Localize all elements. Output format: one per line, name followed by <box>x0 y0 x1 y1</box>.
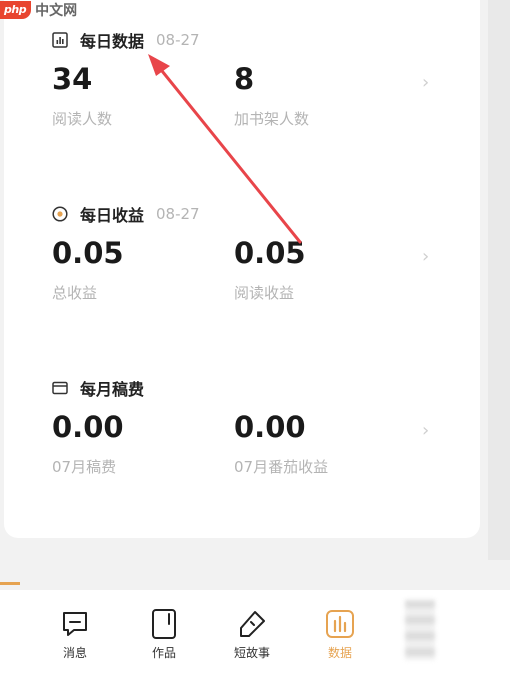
reading-earnings-metric: 0.05 阅读收益 <box>234 236 306 303</box>
monthly-fee-metric: 0.00 07月稿费 <box>52 410 124 477</box>
section-date: 08-27 <box>156 31 200 49</box>
section-title: 每日收益 <box>80 206 145 225</box>
nav-item-works[interactable]: 作品 <box>134 608 194 661</box>
watermark-text: 中文网 <box>35 3 78 19</box>
pen-icon <box>237 608 267 640</box>
readers-metric: 34 阅读人数 <box>52 62 112 129</box>
nav-item-short-stories[interactable]: 短故事 <box>222 608 282 661</box>
php-logo: php <box>0 1 32 19</box>
section-title: 每月稿费 <box>80 380 145 399</box>
data-icon <box>325 608 355 640</box>
metric-value: 8 <box>234 62 255 96</box>
metric-label: 07月稿费 <box>52 458 117 476</box>
nav-label: 短故事 <box>233 646 270 660</box>
metric-value: 0.00 <box>52 410 124 444</box>
metric-label: 总收益 <box>52 284 98 302</box>
daily-earnings-header: 每日收益 08-27 <box>52 202 200 226</box>
monthly-fee-header: 每月稿费 <box>52 376 144 400</box>
metric-value: 34 <box>52 62 93 96</box>
monthly-fee-section[interactable]: 每月稿费 0.00 07月稿费 0.00 07月番茄收益 › <box>4 376 480 496</box>
stats-card: 每日数据 08-27 34 阅读人数 8 加书架人数 › 每日收益 08-27 … <box>4 0 480 538</box>
metric-value: 0.00 <box>234 410 306 444</box>
metric-label: 阅读收益 <box>234 284 295 302</box>
fanqie-earnings-metric: 0.00 07月番茄收益 <box>234 410 328 477</box>
book-icon <box>149 608 179 640</box>
message-icon <box>60 608 90 640</box>
bar-chart-icon <box>52 32 68 48</box>
chevron-right-icon[interactable]: › <box>422 72 429 93</box>
php-watermark: php 中文网 <box>0 0 77 20</box>
wallet-icon <box>52 380 68 396</box>
daily-data-header: 每日数据 08-27 <box>52 28 200 52</box>
section-title: 每日数据 <box>80 32 145 51</box>
metric-label: 07月番茄收益 <box>234 458 329 476</box>
blurred-nav-item <box>405 600 435 660</box>
bottom-nav: 消息 作品 短故事 数据 <box>0 590 510 678</box>
section-date: 08-27 <box>156 205 200 223</box>
adjacent-card-edge <box>488 0 510 560</box>
chevron-right-icon[interactable]: › <box>422 246 429 267</box>
tab-accent-line <box>0 582 20 585</box>
shelf-adds-metric: 8 加书架人数 <box>234 62 309 129</box>
chevron-right-icon[interactable]: › <box>422 420 429 441</box>
metric-label: 加书架人数 <box>234 110 310 128</box>
total-earnings-metric: 0.05 总收益 <box>52 236 124 303</box>
metric-label: 阅读人数 <box>52 110 113 128</box>
nav-label: 数据 <box>327 646 352 660</box>
nav-label: 作品 <box>151 646 176 660</box>
nav-item-data[interactable]: 数据 <box>310 608 370 661</box>
nav-item-messages[interactable]: 消息 <box>45 608 105 661</box>
nav-label: 消息 <box>62 646 87 660</box>
metric-value: 0.05 <box>52 236 124 270</box>
coin-icon <box>52 206 68 222</box>
daily-earnings-section[interactable]: 每日收益 08-27 0.05 总收益 0.05 阅读收益 › <box>4 202 480 322</box>
daily-data-section[interactable]: 每日数据 08-27 34 阅读人数 8 加书架人数 › <box>4 28 480 148</box>
metric-value: 0.05 <box>234 236 306 270</box>
